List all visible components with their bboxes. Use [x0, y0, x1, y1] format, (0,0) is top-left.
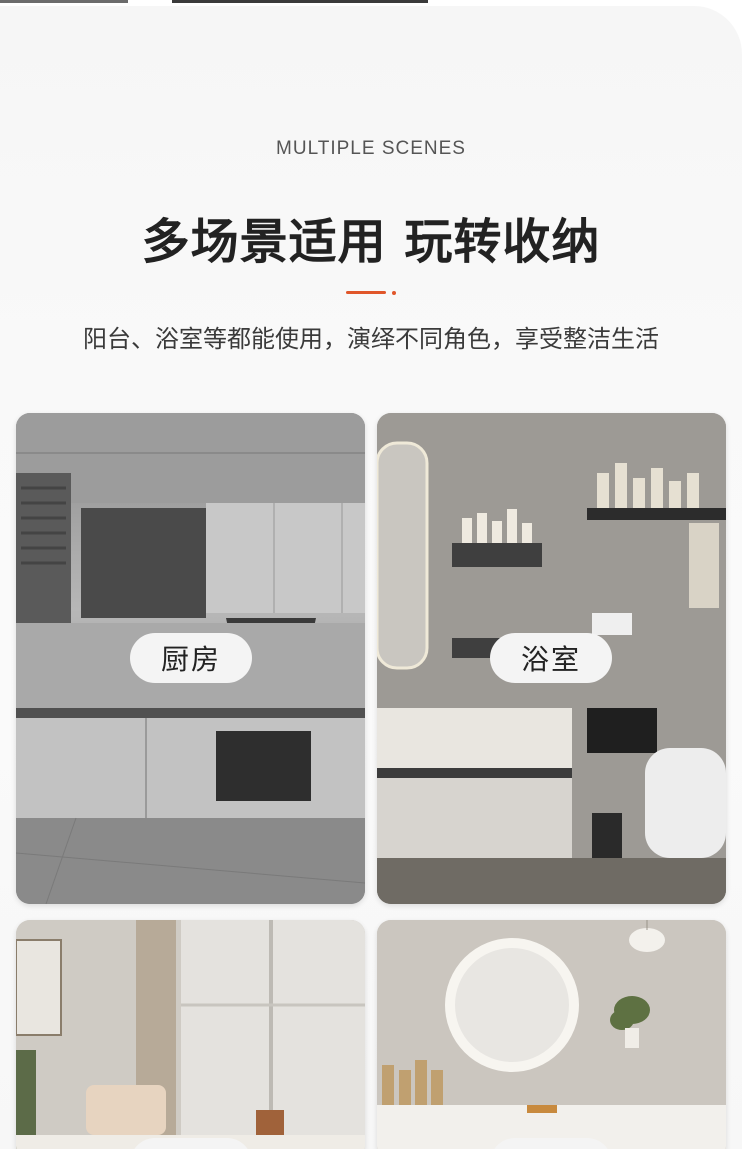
scene-card-kitchen[interactable]: 厨房: [16, 413, 365, 904]
scene-label-pill: [490, 1138, 612, 1149]
accent-divider-dot: [392, 291, 396, 295]
scene-label-pill: 浴室: [490, 633, 612, 683]
section-title: 多场景适用 玩转收纳: [141, 214, 601, 270]
living-room-photo: [16, 920, 365, 1149]
scene-card-living-room[interactable]: [16, 920, 365, 1149]
scene-label: 浴室: [520, 643, 581, 676]
scene-label-pill: [130, 1138, 252, 1149]
top-strip-seg-center: [172, 0, 428, 3]
section-kicker: MULTIPLE SCENES: [276, 138, 466, 159]
accent-divider: [346, 291, 386, 294]
scene-label-pill: 厨房: [130, 633, 252, 683]
vanity-photo: [377, 920, 726, 1149]
section-subtitle: 阳台、浴室等都能使用，演绎不同角色，享受整洁生活: [83, 325, 659, 353]
scene-card-vanity[interactable]: [377, 920, 726, 1149]
scene-label: 厨房: [160, 643, 221, 676]
scene-card-bathroom[interactable]: 浴室: [377, 413, 726, 904]
top-strip-seg-left: [0, 0, 128, 3]
top-strip: [0, 0, 742, 4]
